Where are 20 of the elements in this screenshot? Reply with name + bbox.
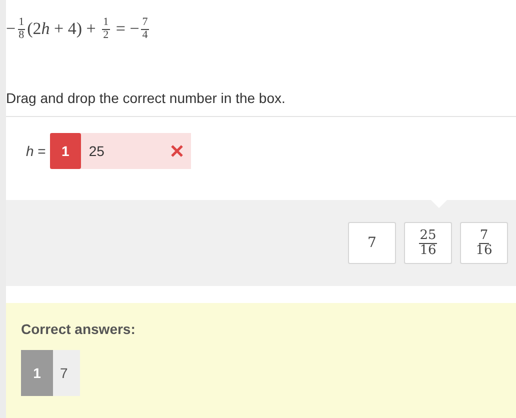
answer-value: 25 — [88, 143, 106, 159]
correct-answers-title: Correct answers: — [21, 321, 136, 337]
instruction-text: Drag and drop the correct number in the box. — [6, 90, 286, 108]
variable-label: h = — [26, 143, 46, 159]
fraction-tile[interactable]: 7 16 — [460, 222, 508, 264]
fraction: 1 8 — [18, 16, 26, 42]
equation-text: − — [6, 19, 16, 39]
number-tile[interactable]: 7 — [348, 222, 396, 264]
answer-drop-box[interactable]: 1 25 — [50, 133, 191, 169]
fraction: 1 2 — [102, 16, 110, 42]
equation-text: (2 — [27, 19, 42, 39]
answer-index: 1 — [50, 133, 81, 169]
fraction: 7 4 — [141, 16, 149, 42]
equation-text: + 4) + — [53, 19, 97, 39]
close-icon — [170, 145, 183, 157]
equation-text: = − — [114, 19, 140, 39]
equation-variable: h — [41, 19, 50, 39]
answer-index: 1 — [21, 350, 53, 396]
answer-value: 7 — [59, 365, 69, 381]
fraction-tile[interactable]: 25 16 — [404, 222, 452, 264]
